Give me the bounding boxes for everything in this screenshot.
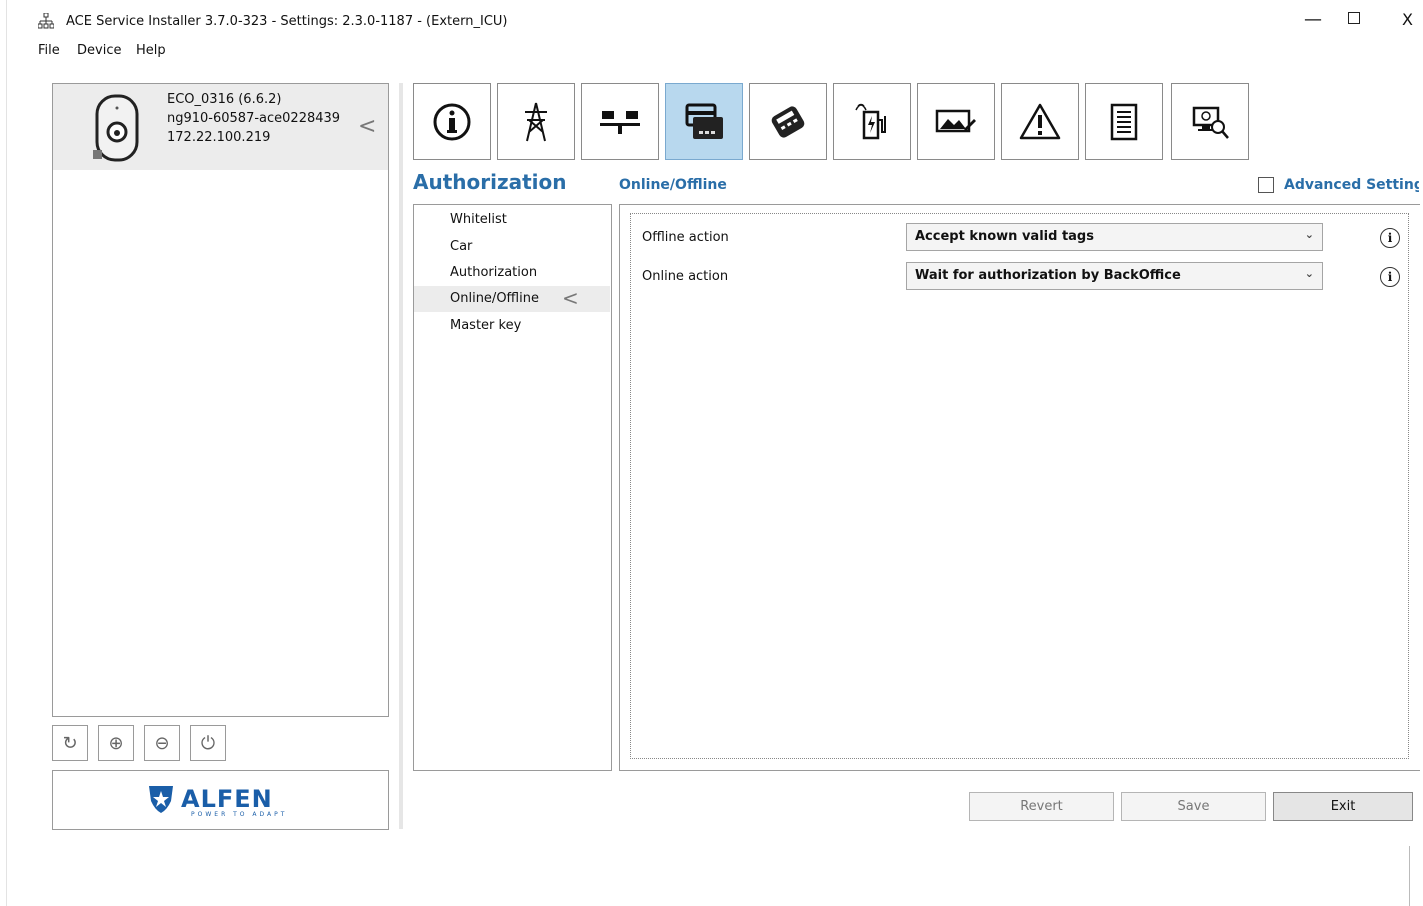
title-bar: ACE Service Installer 3.7.0-323 - Settin… bbox=[30, 8, 1423, 38]
online-action-label: Online action bbox=[642, 269, 729, 284]
diagnostics-icon bbox=[1192, 106, 1229, 139]
online-action-info-icon[interactable]: i bbox=[1380, 267, 1400, 287]
tab-warnings[interactable] bbox=[1001, 83, 1079, 160]
subnav-item-online-offline[interactable]: Online/Offline < bbox=[414, 286, 610, 312]
minimize-button[interactable]: — bbox=[1298, 8, 1328, 34]
offline-action-label: Offline action bbox=[642, 230, 729, 245]
logo-brand: ALFEN bbox=[181, 785, 273, 813]
subnav-item-authorization[interactable]: Authorization bbox=[414, 260, 610, 286]
settings-group bbox=[630, 213, 1409, 759]
maximize-button[interactable] bbox=[1348, 12, 1360, 24]
menu-device[interactable]: Device bbox=[77, 43, 121, 58]
close-button[interactable]: X bbox=[1402, 10, 1413, 29]
subnav-item-master-key[interactable]: Master key bbox=[414, 313, 610, 339]
refresh-button[interactable]: ↻ bbox=[52, 725, 88, 761]
offline-action-value: Accept known valid tags bbox=[915, 229, 1094, 244]
payment-terminal-icon bbox=[771, 105, 805, 138]
offline-action-select[interactable]: Accept known valid tags ⌄ bbox=[906, 223, 1323, 251]
device-list-panel: ECO_0316 (6.6.2) ng910-60587-ace0228439 … bbox=[52, 83, 389, 717]
panel-splitter[interactable] bbox=[399, 83, 403, 829]
subnav-label: Authorization bbox=[450, 265, 538, 280]
warning-icon bbox=[1019, 103, 1061, 139]
tab-authorization[interactable] bbox=[665, 83, 743, 160]
power-icon: ⏻ bbox=[200, 732, 216, 754]
device-id: ng910-60587-ace0228439 bbox=[167, 111, 341, 126]
menu-file[interactable]: File bbox=[38, 43, 60, 58]
subnav-label: Master key bbox=[450, 318, 522, 333]
power-button[interactable]: ⏻ bbox=[190, 725, 226, 761]
online-action-select[interactable]: Wait for authorization by BackOffice ⌄ bbox=[906, 262, 1323, 290]
load-balancing-icon bbox=[600, 110, 640, 134]
subsection-title: Online/Offline bbox=[619, 177, 727, 193]
add-circle-icon: ⊕ bbox=[108, 732, 124, 754]
advanced-settings-checkbox[interactable] bbox=[1258, 177, 1274, 193]
card-reader-icon bbox=[685, 103, 723, 139]
window-right-edge bbox=[1409, 846, 1410, 906]
network-icon bbox=[38, 13, 54, 29]
power-pylon-icon bbox=[525, 102, 547, 141]
device-ip: 172.22.100.219 bbox=[167, 130, 271, 145]
logo-tagline: POWER TO ADAPT bbox=[191, 811, 288, 818]
alfen-shield-icon bbox=[149, 786, 173, 813]
device-list-item[interactable]: ECO_0316 (6.6.2) ng910-60587-ace0228439 … bbox=[53, 84, 388, 170]
revert-button[interactable]: Revert bbox=[969, 792, 1114, 821]
subnav-item-whitelist[interactable]: Whitelist bbox=[414, 207, 610, 233]
exit-button[interactable]: Exit bbox=[1273, 792, 1413, 821]
add-device-button[interactable]: ⊕ bbox=[98, 725, 134, 761]
selected-arrow-icon: < bbox=[562, 286, 579, 310]
document-icon bbox=[1110, 103, 1138, 140]
subsection-nav: Whitelist Car Authorization Online/Offli… bbox=[413, 204, 612, 771]
device-name: ECO_0316 (6.6.2) bbox=[167, 92, 282, 107]
info-icon bbox=[433, 103, 471, 140]
chevron-down-icon: ⌄ bbox=[1304, 228, 1314, 241]
online-action-value: Wait for authorization by BackOffice bbox=[915, 268, 1181, 283]
display-image-icon bbox=[935, 109, 976, 132]
subnav-label: Car bbox=[450, 239, 473, 254]
remove-circle-icon: ⊖ bbox=[154, 732, 170, 754]
tab-power-grid[interactable] bbox=[497, 83, 575, 160]
menu-bar: File Device Help bbox=[30, 40, 1413, 62]
charger-device-icon bbox=[93, 94, 139, 162]
window-title: ACE Service Installer 3.7.0-323 - Settin… bbox=[66, 14, 508, 29]
refresh-icon: ↻ bbox=[62, 732, 78, 754]
section-title: Authorization bbox=[413, 170, 567, 194]
tab-load-balancing[interactable] bbox=[581, 83, 659, 160]
remove-device-button[interactable]: ⊖ bbox=[144, 725, 180, 761]
tab-payment[interactable] bbox=[749, 83, 827, 160]
tab-diagnostics[interactable] bbox=[1171, 83, 1249, 160]
subnav-label: Whitelist bbox=[450, 212, 507, 227]
tab-display[interactable] bbox=[917, 83, 995, 160]
subnav-item-car[interactable]: Car bbox=[414, 234, 610, 260]
save-button[interactable]: Save bbox=[1121, 792, 1266, 821]
offline-action-info-icon[interactable]: i bbox=[1380, 228, 1400, 248]
menu-help[interactable]: Help bbox=[136, 43, 166, 58]
charging-station-icon bbox=[855, 103, 886, 139]
tab-info[interactable] bbox=[413, 83, 491, 160]
chevron-down-icon: ⌄ bbox=[1304, 267, 1314, 280]
tab-charging[interactable] bbox=[833, 83, 911, 160]
subnav-label: Online/Offline bbox=[450, 291, 539, 306]
advanced-settings-label[interactable]: Advanced Settings bbox=[1284, 177, 1419, 193]
collapse-panel-icon[interactable]: < bbox=[358, 114, 376, 139]
window-left-edge bbox=[6, 0, 7, 906]
brand-logo: ALFEN POWER TO ADAPT bbox=[52, 770, 389, 830]
tab-log[interactable] bbox=[1085, 83, 1163, 160]
